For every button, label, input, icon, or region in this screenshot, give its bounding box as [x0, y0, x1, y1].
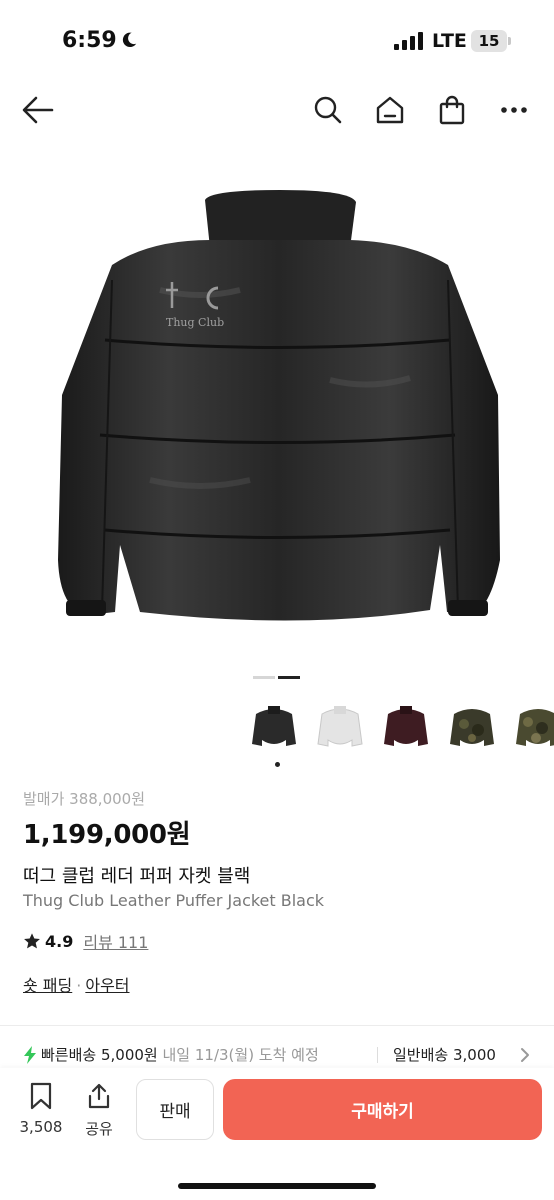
- shipping-options[interactable]: 빠른배송 5,000원 내일 11/3(월) 도착 예정 일반배송 3,000: [23, 1044, 554, 1068]
- jacket-back-image: [58, 190, 500, 621]
- thumbnail-burgundy-jacket[interactable]: [378, 700, 434, 756]
- home-indicator: [178, 1183, 376, 1189]
- thumbnail-selected-dot: [275, 762, 280, 767]
- thumbnail-camo-jacket[interactable]: [510, 700, 554, 756]
- bookmark-icon: [30, 1082, 52, 1110]
- section-divider: [0, 1025, 554, 1026]
- carousel-dot: [253, 676, 275, 679]
- thumbnail-white-jacket[interactable]: [312, 700, 368, 756]
- share-label: 공유: [85, 1120, 113, 1138]
- star-icon: [24, 933, 40, 949]
- product-title-ko: 떠그 클럽 레더 퍼퍼 자켓 블랙: [23, 866, 251, 887]
- jacket-logo-text: Thug Club: [166, 316, 225, 329]
- current-price: 1,199,000원: [23, 820, 191, 850]
- top-nav: [0, 80, 554, 140]
- thumbnail-strip: [246, 700, 554, 760]
- lightning-bolt-icon: [24, 1046, 36, 1064]
- buy-button[interactable]: 구매하기: [223, 1079, 542, 1140]
- sell-button[interactable]: 판매: [136, 1079, 214, 1140]
- shipping-separator: [377, 1047, 378, 1063]
- category-separator: ·: [76, 976, 82, 995]
- moon-icon: [122, 32, 137, 48]
- network-label: LTE: [432, 30, 467, 52]
- product-hero-image[interactable]: Thug Club: [0, 140, 554, 660]
- share-icon: [88, 1083, 110, 1109]
- home-icon[interactable]: [370, 90, 410, 130]
- shopping-bag-icon[interactable]: [432, 90, 472, 130]
- product-title-en: Thug Club Leather Puffer Jacket Black: [23, 891, 325, 910]
- thumbnail-black-jacket[interactable]: [246, 700, 302, 756]
- search-icon[interactable]: [308, 90, 348, 130]
- review-link[interactable]: 리뷰 111: [83, 929, 148, 953]
- battery-level: 15: [471, 30, 507, 52]
- rating-row: 4.9 리뷰 111: [23, 930, 148, 952]
- share-button[interactable]: 공유: [74, 1082, 124, 1139]
- bottom-action-bar: 3,508 공유 판매 구매하기: [0, 1068, 554, 1200]
- battery-tip: [508, 37, 511, 45]
- chevron-right-icon[interactable]: [517, 1047, 533, 1063]
- fast-shipping-price: 빠른배송 5,000원: [41, 1046, 158, 1064]
- rating-value: 4.9: [45, 931, 74, 951]
- category-sub-link[interactable]: 숏 패딩: [23, 976, 72, 995]
- carousel-dot-active: [278, 676, 300, 679]
- original-price: 발매가 388,000원: [23, 790, 145, 808]
- back-arrow-icon[interactable]: [18, 90, 58, 130]
- more-icon[interactable]: [494, 90, 534, 130]
- wishlist-count: 3,508: [19, 1118, 63, 1136]
- normal-shipping: 일반배송 3,000: [393, 1046, 496, 1064]
- signal-icon: [394, 32, 423, 50]
- category-breadcrumb: 숏 패딩 · 아우터: [23, 972, 130, 996]
- wishlist-button[interactable]: 3,508: [12, 1082, 70, 1136]
- fast-shipping: 빠른배송 5,000원 내일 11/3(월) 도착 예정: [41, 1044, 319, 1065]
- status-bar: 6:59 LTE 15: [0, 0, 554, 80]
- thumbnail-olive-camo-jacket[interactable]: [444, 700, 500, 756]
- category-main-link[interactable]: 아우터: [85, 976, 129, 995]
- fast-shipping-date: 내일 11/3(월) 도착 예정: [157, 1046, 319, 1064]
- status-time: 6:59: [62, 28, 117, 53]
